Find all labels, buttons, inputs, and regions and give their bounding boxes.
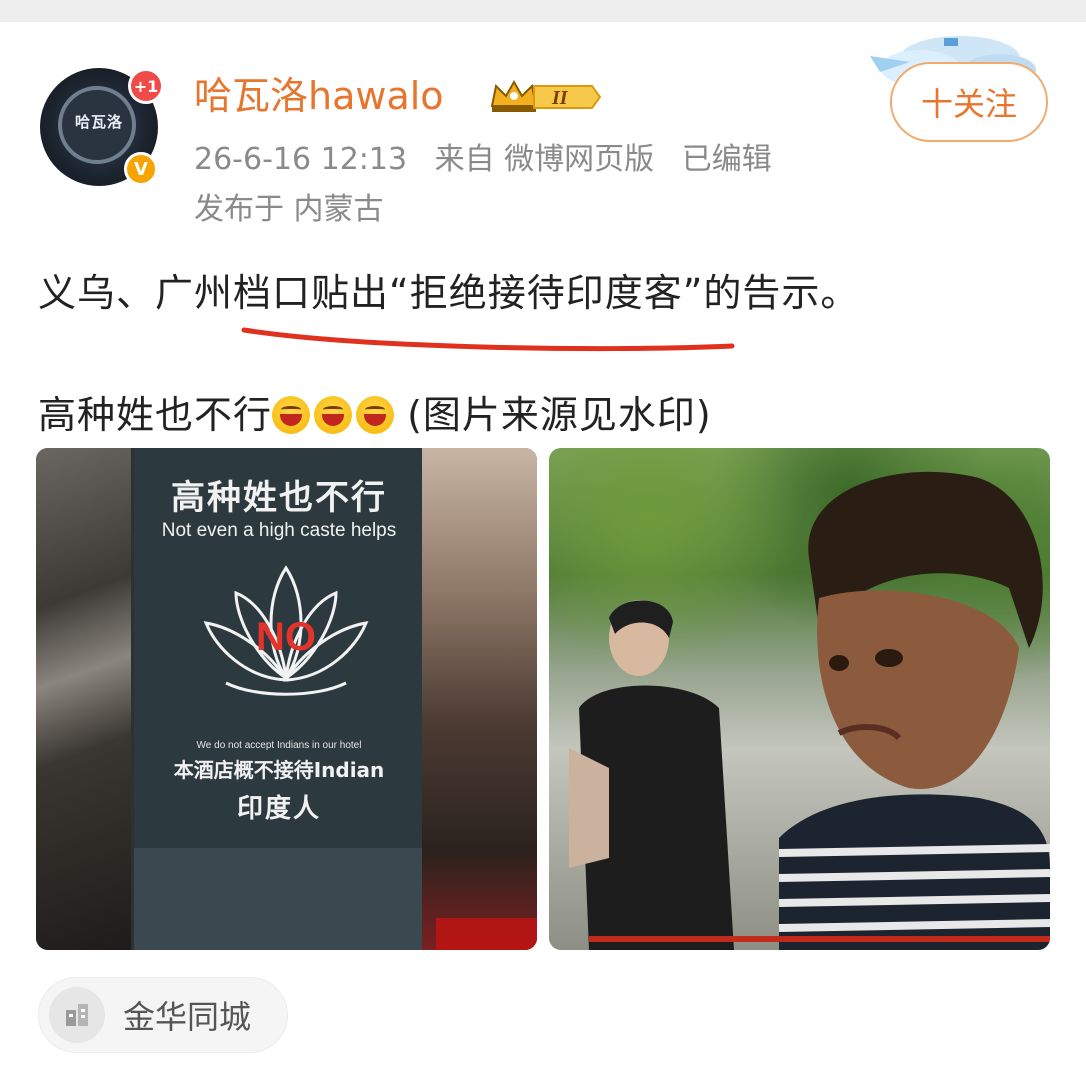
emoji-row — [272, 396, 395, 434]
sign-title: 高种姓也不行 — [171, 478, 387, 518]
sign-small-text: We do not accept Indians in our hotel — [196, 740, 362, 751]
post-text-line1: 义乌、广州档口贴出“拒绝接待印度客”的告示。 — [38, 271, 860, 315]
shop-interior — [422, 448, 537, 950]
laugh-emoji-icon — [356, 396, 395, 434]
post-edited[interactable]: 已编辑 — [682, 142, 772, 177]
location-city-icon — [49, 987, 105, 1043]
verified-v-icon: V — [124, 152, 158, 186]
post-image-right[interactable] — [549, 448, 1050, 950]
post-text-line2: 高种姓也不行 (图片来源见水印) — [38, 388, 712, 442]
sign-cn-line2: 印度人 — [236, 794, 321, 824]
location-tag-chip[interactable]: 金华同城 — [38, 977, 288, 1053]
location-tag-label: 金华同城 — [123, 998, 252, 1036]
red-underline-annotation — [241, 327, 735, 352]
red-underline-annotation-image — [589, 936, 1050, 942]
post-meta: 26-6-16 12:13 来自 微博网页版 已编辑 — [194, 140, 790, 180]
background-person — [569, 600, 734, 950]
avatar-text: 哈瓦洛 — [74, 113, 123, 131]
foreground-person — [779, 471, 1050, 950]
post-text-line2-prefix: 高种姓也不行 — [38, 393, 273, 437]
post-source[interactable]: 来自 微博网页版 — [435, 142, 655, 177]
post-text-line2-suffix: (图片来源见水印) — [394, 393, 712, 437]
sign-cn-line: 本酒店概不接待Indian — [173, 758, 385, 782]
avatar[interactable]: 哈瓦洛 +1 V — [40, 68, 164, 186]
post-date: 26-6-16 12:13 — [194, 142, 408, 177]
username[interactable]: 哈瓦洛hawalo — [194, 72, 444, 120]
post-location: 发布于 内蒙古 — [194, 192, 384, 227]
lotus-icon: NO — [203, 565, 369, 696]
vip-crown-icon[interactable]: II — [488, 76, 602, 118]
marble-wall — [36, 448, 131, 950]
follow-label: 十关注 — [920, 85, 1017, 123]
post-image-left[interactable]: 高种姓也不行 Not even a high caste helps NO We… — [36, 448, 537, 950]
follow-button[interactable]: 十关注 — [890, 62, 1048, 142]
image-watermark — [436, 918, 537, 950]
laugh-emoji-icon — [272, 396, 311, 434]
sign-subtitle: Not even a high caste helps — [161, 520, 397, 541]
sign-no-text: NO — [256, 615, 316, 659]
sign-board-base — [134, 848, 424, 950]
vip-level: II — [551, 87, 569, 109]
avatar-notification-badge: +1 — [128, 68, 164, 104]
laugh-emoji-icon — [314, 396, 353, 434]
top-strip — [0, 0, 1086, 22]
